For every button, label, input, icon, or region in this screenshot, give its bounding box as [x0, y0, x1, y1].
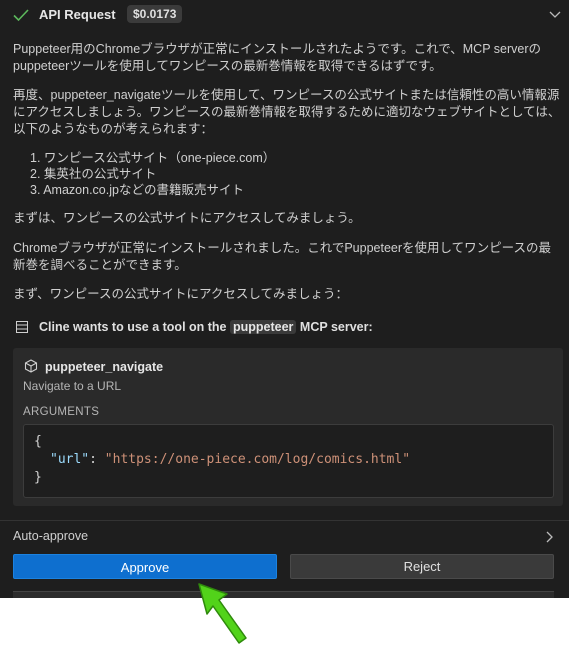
auto-approve-toggle[interactable]: Auto-approve [13, 529, 88, 543]
message-paragraph: 再度、puppeteer_navigateツールを使用して、ワンピースの公式サイ… [13, 88, 561, 136]
json-colon: : [89, 452, 105, 467]
checkmark-icon [13, 9, 29, 22]
tool-request-suffix: MCP server: [299, 320, 373, 334]
tool-name: puppeteer_navigate [45, 360, 164, 374]
site-list: 1. ワンピース公式サイト（one-piece.com） 2. 集英社の公式サイ… [30, 150, 550, 198]
list-item: 1. ワンピース公式サイト（one-piece.com） [30, 151, 276, 165]
approve-button[interactable]: Approve [13, 554, 277, 579]
cube-icon [24, 359, 38, 373]
message-paragraph: Puppeteer用のChromeブラウザが正常にインストールされたようです。こ… [13, 42, 542, 73]
tool-request-line: Cline wants to use a tool on the puppete… [13, 318, 561, 338]
server-name-chip: puppeteer [230, 320, 297, 334]
chevron-down-icon[interactable] [549, 9, 561, 19]
code-close-brace: } [34, 470, 42, 485]
json-key: "url" [50, 452, 90, 467]
arguments-code-block: { "url": "https://one-piece.com/log/comi… [23, 424, 554, 498]
api-request-header[interactable]: API Request $0.0173 [0, 0, 569, 30]
message-paragraph: まずは、ワンピースの公式サイトにアクセスしてみましょう。 [13, 211, 361, 225]
arrow-pointer-icon [198, 583, 247, 644]
list-item: 3. Amazon.co.jpなどの書籍販売サイト [30, 183, 244, 197]
tool-request-prefix: Cline wants to use a tool on the [39, 320, 227, 334]
arguments-label: ARGUMENTS [23, 406, 100, 418]
code-line: "url": "https://one-piece.com/log/comics… [50, 451, 410, 469]
message-paragraph: まず、ワンピースの公式サイトにアクセスしてみましょう： [13, 287, 349, 301]
cost-badge: $0.0173 [127, 5, 183, 23]
json-value: "https://one-piece.com/log/comics.html" [104, 452, 411, 467]
reject-button[interactable]: Reject [290, 554, 554, 579]
api-request-title: API Request [39, 7, 116, 22]
chat-input[interactable] [13, 591, 554, 598]
tool-description: Navigate to a URL [23, 379, 122, 393]
code-open-brace: { [34, 434, 42, 449]
chevron-right-icon[interactable] [545, 531, 553, 543]
divider [0, 520, 569, 521]
chat-panel: API Request $0.0173 Puppeteer用のChromeブラウ… [0, 0, 569, 598]
server-icon [16, 321, 28, 333]
message-paragraph: Chromeブラウザが正常にインストールされました。これでPuppeteerを使… [13, 241, 552, 272]
list-item: 2. 集英社の公式サイト [30, 167, 157, 181]
tool-card: puppeteer_navigate Navigate to a URL ARG… [13, 348, 563, 506]
